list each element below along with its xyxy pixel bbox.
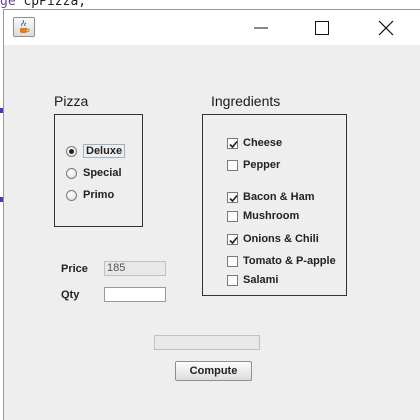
checkbox-pepper[interactable]: Pepper [227, 158, 280, 172]
pizza-window: Pizza Deluxe Special Primo Ingredients C… [3, 9, 420, 420]
checkbox-label: Salami [243, 274, 279, 286]
radio-label: Primo [83, 189, 115, 201]
pizza-heading: Pizza [54, 93, 89, 109]
qty-label: Qty [61, 289, 80, 301]
checkbox-cheese[interactable]: Cheese [227, 136, 282, 150]
checkmark-icon [229, 194, 238, 202]
content-pane: Pizza Deluxe Special Primo Ingredients C… [4, 45, 420, 420]
code-text: cpPizza; [15, 0, 87, 9]
minimize-icon [254, 27, 268, 29]
title-bar[interactable] [4, 10, 420, 45]
result-field [154, 335, 260, 350]
checkbox-tomato-papple[interactable]: Tomato & P-apple [227, 254, 336, 268]
checkbox[interactable] [227, 255, 238, 267]
checkbox-onions-chili[interactable]: Onions & Chili [227, 232, 319, 246]
checkbox-label: Onions & Chili [243, 233, 319, 245]
checkbox-bacon-ham[interactable]: Bacon & Ham [227, 190, 315, 204]
close-button[interactable] [363, 10, 409, 45]
background-code-line: ge cpPizza; [0, 0, 86, 9]
qty-input[interactable] [104, 287, 166, 302]
checkbox-label: Bacon & Ham [243, 191, 315, 203]
price-field: 185 [104, 261, 166, 276]
radio-label: Deluxe [83, 144, 126, 158]
close-icon [378, 20, 394, 36]
checkbox-label: Tomato & P-apple [243, 255, 336, 267]
radio-deluxe[interactable]: Deluxe [66, 144, 126, 158]
radio-button[interactable] [66, 189, 77, 201]
checkbox-mushroom[interactable]: Mushroom [227, 209, 299, 223]
radio-button[interactable] [66, 167, 77, 179]
maximize-button[interactable] [299, 10, 345, 45]
maximize-icon [315, 21, 329, 35]
compute-button[interactable]: Compute [175, 361, 252, 381]
radio-button-selected[interactable] [66, 145, 77, 157]
radio-special[interactable]: Special [66, 166, 122, 180]
radio-primo[interactable]: Primo [66, 188, 114, 202]
checkbox-checked[interactable] [227, 137, 238, 149]
checkbox[interactable] [227, 159, 238, 171]
checkmark-icon [229, 236, 238, 244]
ingredients-panel: Cheese Pepper Bacon & Ham Mushroom Onion… [202, 114, 347, 296]
price-label: Price [61, 263, 88, 275]
checkbox-checked[interactable] [227, 191, 238, 203]
checkbox-salami[interactable]: Salami [227, 273, 278, 287]
code-keyword: ge [0, 0, 16, 9]
checkbox[interactable] [227, 274, 238, 286]
checkbox-label: Cheese [243, 137, 283, 149]
pizza-panel: Deluxe Special Primo [54, 114, 143, 227]
checkmark-icon [229, 140, 238, 148]
ingredients-heading: Ingredients [211, 93, 281, 109]
checkbox-label: Pepper [243, 159, 281, 171]
minimize-button[interactable] [238, 10, 284, 45]
checkbox-label: Mushroom [243, 210, 300, 222]
checkbox-checked[interactable] [227, 233, 238, 245]
checkbox[interactable] [227, 210, 238, 222]
java-app-icon[interactable] [13, 17, 35, 37]
radio-label: Special [83, 167, 122, 179]
